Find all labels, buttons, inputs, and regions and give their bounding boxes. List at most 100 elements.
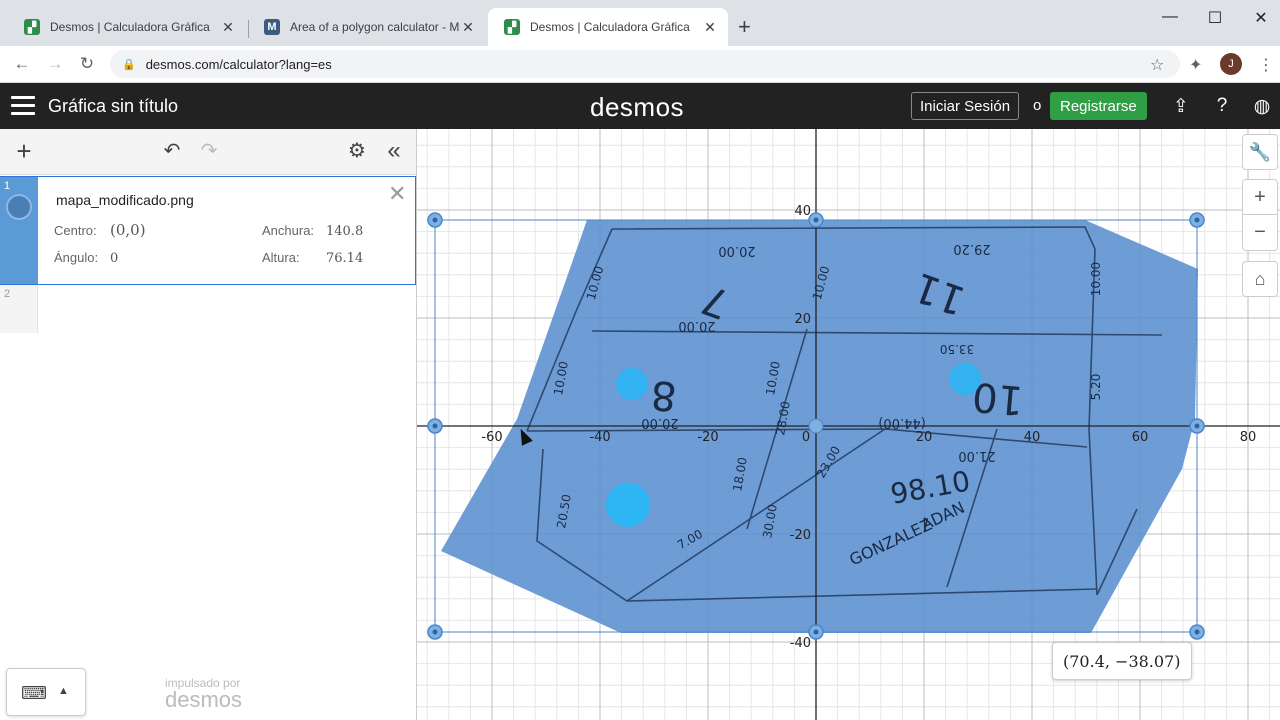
tab-title: Desmos | Calculadora Gráfica xyxy=(50,20,210,34)
x-tick-label: 0 xyxy=(802,430,810,445)
marker-point[interactable] xyxy=(606,483,650,527)
expression-index: 1 xyxy=(4,180,11,192)
minimize-icon[interactable]: — xyxy=(1160,8,1180,26)
expression-toolbar: + ↶ ↷ ⚙ « xyxy=(0,129,416,175)
browser-tab-polygon-calculator[interactable]: M Area of a polygon calculator - Ma ✕ xyxy=(248,8,486,46)
extensions-puzzle-icon[interactable]: ✦ xyxy=(1189,55,1202,75)
profile-avatar[interactable]: J xyxy=(1220,53,1242,75)
map-label: 20.00 xyxy=(678,318,715,333)
signin-button[interactable]: Iniciar Sesión xyxy=(911,92,1020,120)
angle-value-field[interactable]: 0 xyxy=(110,251,118,266)
address-bar[interactable]: 🔒 desmos.com/calculator?lang=es xyxy=(110,50,1180,78)
map-label: (44.00) xyxy=(878,415,925,430)
x-tick-label: 60 xyxy=(1132,430,1149,445)
share-icon[interactable]: ⇪ xyxy=(1170,95,1192,118)
marker-point[interactable] xyxy=(949,363,981,395)
powered-by-desmos[interactable]: impulsado por desmos xyxy=(165,676,242,713)
map-label: 5.20 xyxy=(1089,374,1103,401)
caret-up-icon: ▲ xyxy=(58,685,69,697)
undo-icon[interactable]: ↶ xyxy=(160,140,184,162)
width-label: Anchura: xyxy=(262,223,315,238)
expression-index: 2 xyxy=(4,288,11,300)
collapse-panel-icon[interactable]: « xyxy=(382,139,406,163)
bookmark-star-icon[interactable]: ☆ xyxy=(1150,55,1164,75)
center-label: Centro: xyxy=(54,223,97,238)
keyboard-toggle-button[interactable]: ⌨ ▲ xyxy=(6,668,86,716)
x-tick-label: 80 xyxy=(1240,430,1257,445)
close-tab-icon[interactable]: ✕ xyxy=(702,19,718,36)
tab-title: Desmos | Calculadora Gráfica xyxy=(530,20,690,34)
powered-by-logo: desmos xyxy=(165,687,243,712)
expression-gutter: 2 xyxy=(0,285,38,333)
zoom-out-button[interactable]: − xyxy=(1242,215,1278,251)
delete-expression-icon[interactable]: ✕ xyxy=(388,181,406,207)
resize-handle-dot xyxy=(432,217,438,223)
desmos-logo: desmos xyxy=(590,92,685,122)
maximize-icon[interactable]: ☐ xyxy=(1205,8,1225,28)
resize-handle-dot xyxy=(1194,629,1200,635)
close-tab-icon[interactable]: ✕ xyxy=(220,19,236,36)
add-item-plus-icon[interactable]: + xyxy=(12,138,36,164)
new-tab-plus-icon[interactable]: + xyxy=(738,16,751,38)
browser-tab-desmos-1[interactable]: ▞ Desmos | Calculadora Gráfica ✕ xyxy=(8,8,246,46)
browser-tabstrip: ▞ Desmos | Calculadora Gráfica ✕ M Area … xyxy=(0,0,1280,46)
url-text: desmos.com/calculator?lang=es xyxy=(145,56,332,72)
marker-point[interactable] xyxy=(616,368,648,400)
image-filename: mapa_modificado.png xyxy=(56,192,194,208)
center-handle[interactable] xyxy=(808,418,824,434)
settings-gear-icon[interactable]: ⚙ xyxy=(345,140,369,162)
width-value-field[interactable]: 140.8 xyxy=(326,224,363,239)
default-viewport-home-icon[interactable]: ⌂ xyxy=(1242,261,1278,297)
forward-arrow-icon[interactable]: → xyxy=(45,54,65,74)
map-label: 33.50 xyxy=(940,342,974,356)
height-label: Altura: xyxy=(262,250,300,265)
x-tick-label: -60 xyxy=(481,430,502,445)
m-favicon-icon: M xyxy=(264,19,280,35)
desmos-favicon-icon: ▞ xyxy=(504,19,520,35)
image-thumbnail-icon[interactable] xyxy=(6,194,32,220)
x-tick-label: 40 xyxy=(1024,430,1041,445)
close-window-icon[interactable]: ✕ xyxy=(1251,8,1271,28)
map-label: 20.00 xyxy=(718,243,755,258)
graph-title[interactable]: Gráfica sin título xyxy=(48,96,178,117)
x-tick-label: -40 xyxy=(589,430,610,445)
desmos-header: Gráfica sin título desmos Iniciar Sesión… xyxy=(0,83,1280,129)
resize-handle-dot xyxy=(432,629,438,635)
graph-paper[interactable]: 20.00 29.20 10.00 10.00 7 11 10.00 20.00 33.50 8 1… xyxy=(417,129,1280,720)
map-label: 21.00 xyxy=(958,448,995,463)
close-tab-icon[interactable]: ✕ xyxy=(460,19,476,36)
resize-handle-dot xyxy=(813,629,819,635)
back-arrow-icon[interactable]: ← xyxy=(12,54,32,74)
x-tick-label: -20 xyxy=(697,430,718,445)
map-label: 29.20 xyxy=(953,241,990,256)
graph-svg: 20.00 29.2010.00 10.007 11 10.0020.0033.508 1… xyxy=(417,129,1280,720)
height-value-field[interactable]: 76.14 xyxy=(326,251,363,266)
y-tick-label: 40 xyxy=(794,204,811,219)
redo-icon[interactable]: ↷ xyxy=(197,140,221,162)
expression-item-empty[interactable]: 2 xyxy=(0,285,416,333)
browser-menu-icon[interactable]: ⋮ xyxy=(1258,55,1274,75)
browser-tab-desmos-active[interactable]: ▞ Desmos | Calculadora Gráfica ✕ xyxy=(488,8,728,46)
expression-item-image[interactable]: 1 mapa_modificado.png ✕ Centro: (0,0) An… xyxy=(0,176,416,285)
help-icon[interactable]: ? xyxy=(1211,95,1233,117)
map-label: 10.00 xyxy=(1089,262,1103,296)
center-value-field[interactable]: (0,0) xyxy=(110,221,146,239)
graph-settings-wrench-icon[interactable]: 🔧 xyxy=(1242,134,1278,170)
resize-handle-dot xyxy=(813,217,819,223)
expression-gutter: 1 xyxy=(0,177,38,284)
browser-toolbar: ← → ↻ 🔒 desmos.com/calculator?lang=es ☆ … xyxy=(0,46,1280,83)
globe-language-icon[interactable]: ◍ xyxy=(1251,95,1273,118)
hamburger-menu-icon[interactable] xyxy=(11,96,35,116)
tab-title: Area of a polygon calculator - Ma xyxy=(290,20,460,34)
y-tick-label: -40 xyxy=(790,636,811,651)
y-tick-label: -20 xyxy=(790,528,811,543)
zoom-in-button[interactable]: + xyxy=(1242,179,1278,215)
angle-label: Ángulo: xyxy=(54,250,99,265)
lock-icon: 🔒 xyxy=(122,58,136,71)
desmos-favicon-icon: ▞ xyxy=(24,19,40,35)
y-tick-label: 20 xyxy=(794,312,811,327)
x-tick-label: 20 xyxy=(916,430,933,445)
map-label: 20.00 xyxy=(641,415,678,430)
reload-icon[interactable]: ↻ xyxy=(77,54,97,74)
register-button[interactable]: Registrarse xyxy=(1050,92,1147,120)
